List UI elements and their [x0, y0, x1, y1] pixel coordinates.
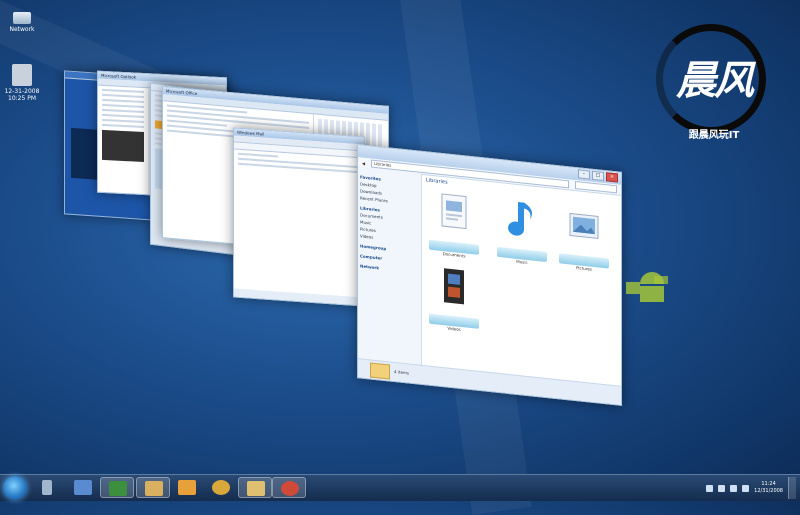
- recycle-bin-icon: [42, 480, 52, 495]
- tray-flag-icon[interactable]: [706, 484, 714, 492]
- explorer-icon: [145, 481, 163, 496]
- computer-icon: [13, 12, 31, 24]
- pictures-library-icon: [569, 212, 599, 239]
- window-file-list[interactable]: Windows Mail: [233, 127, 365, 307]
- item-count: 4 items: [394, 368, 409, 376]
- taskbar-button-media-player[interactable]: [170, 477, 204, 498]
- clock[interactable]: 11:24 12/31/2008: [754, 481, 783, 495]
- clock-date: 12/31/2008: [754, 488, 783, 494]
- folder-icon: [370, 362, 390, 380]
- clock-time: 11:24: [761, 481, 776, 487]
- logo-mark: 晨风: [676, 57, 754, 104]
- library-music[interactable]: Music: [496, 196, 548, 267]
- android-gadget-icon[interactable]: [624, 264, 680, 310]
- taskbar-button-recycle-bin[interactable]: [30, 477, 64, 498]
- navigation-pane: Favorites Desktop Downloads Recent Place…: [358, 167, 422, 366]
- library-videos[interactable]: Videos: [428, 263, 480, 334]
- system-tray: 11:24 12/31/2008: [706, 477, 796, 499]
- firefox-icon: [212, 480, 230, 495]
- minimize-button[interactable]: –: [578, 169, 590, 180]
- logo-caption: 跟晨风玩IT: [688, 130, 740, 141]
- taskbar-button-folder[interactable]: [66, 477, 100, 498]
- taskbar-button-chrome[interactable]: [272, 477, 306, 498]
- documents-library-icon: [441, 193, 467, 230]
- taskbar-button-media-center[interactable]: [100, 477, 134, 498]
- videos-library-icon: [444, 268, 464, 305]
- mail-icon: [247, 481, 265, 496]
- taskbar-button-explorer[interactable]: [136, 477, 170, 498]
- library-documents[interactable]: Documents: [428, 189, 480, 260]
- taskbar-button-mail[interactable]: [238, 477, 272, 498]
- music-library-icon: [508, 201, 532, 236]
- show-desktop-button[interactable]: [788, 477, 796, 499]
- tray-power-icon[interactable]: [742, 484, 750, 492]
- site-logo: 晨风 跟晨风玩IT: [650, 22, 776, 142]
- desktop-icon-label: Network: [9, 26, 35, 33]
- desktop-icon-file[interactable]: 12-31-2008 10:25 PM: [0, 64, 44, 102]
- maximize-button[interactable]: □: [592, 170, 604, 182]
- taskbar: 11:24 12/31/2008: [0, 474, 800, 501]
- taskbar-button-firefox[interactable]: [204, 477, 238, 498]
- back-icon[interactable]: ◀: [362, 160, 365, 165]
- media-center-icon: [109, 481, 127, 496]
- folder-icon: [74, 480, 92, 495]
- desktop-icon-label: 12-31-2008 10:25 PM: [4, 88, 40, 102]
- start-button[interactable]: [3, 476, 27, 500]
- content-pane: Libraries Documents Music Pictures Video…: [422, 174, 621, 387]
- file-icon: [12, 64, 32, 86]
- chrome-icon: [281, 481, 299, 496]
- tray-network-icon[interactable]: [718, 484, 726, 492]
- library-pictures[interactable]: Pictures: [558, 202, 610, 273]
- media-player-icon: [178, 480, 196, 495]
- close-button[interactable]: ×: [606, 172, 618, 183]
- tray-volume-icon[interactable]: [730, 484, 738, 492]
- desktop-icon-network[interactable]: Network: [0, 12, 44, 33]
- window-explorer-libraries[interactable]: – □ × ◀ Libraries Favorites Desktop Down…: [357, 144, 622, 406]
